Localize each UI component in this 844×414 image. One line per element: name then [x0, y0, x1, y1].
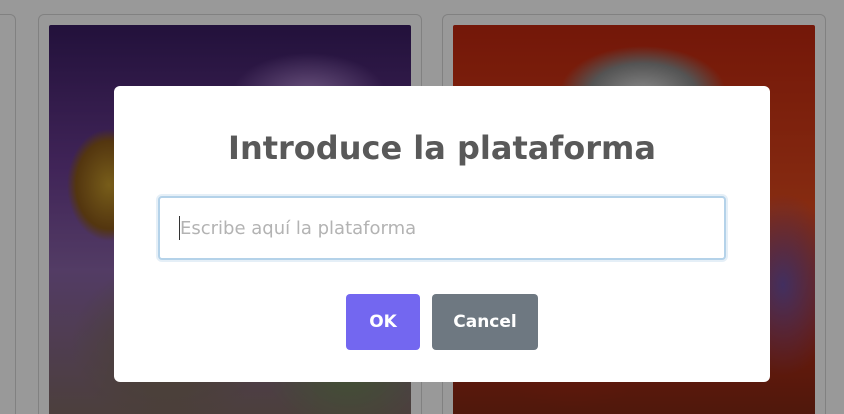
dialog-title: Introduce la plataforma [228, 129, 656, 167]
text-caret [179, 216, 180, 240]
dialog-actions: OK Cancel [114, 294, 770, 350]
ok-button[interactable]: OK [346, 294, 420, 350]
platform-input-dialog: Introduce la plataforma OK Cancel [114, 86, 770, 382]
platform-input[interactable] [158, 196, 726, 260]
cancel-button[interactable]: Cancel [432, 294, 538, 350]
game-library-page: Introduce la plataforma OK Cancel [0, 0, 844, 414]
